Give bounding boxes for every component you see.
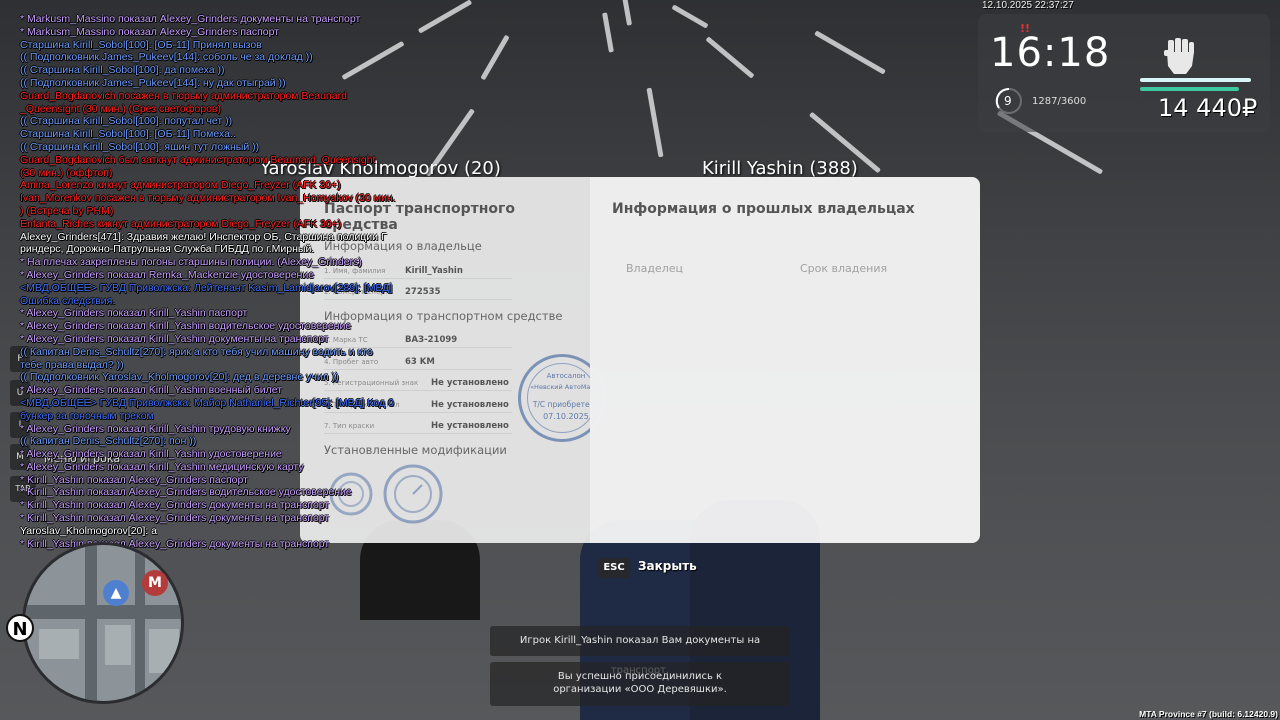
- north-indicator: N: [6, 614, 34, 642]
- chat-line: * На плечах закреплены погоны старшины п…: [20, 256, 362, 269]
- chat-line: * Alexey_Grinders показал Kirill_Yashin …: [20, 422, 291, 435]
- minimap-building: [39, 629, 79, 659]
- road-marking: [814, 30, 886, 75]
- chat-line: (( Старшина Kirill_Sobol[100]: попутал ч…: [20, 115, 233, 128]
- police-station-icon: ▲: [103, 580, 129, 606]
- chat-line: <МВД.ОБЩЕЕ> ГУВД Приволжска: Майор Natha…: [20, 396, 394, 409]
- metro-icon: M: [142, 570, 168, 596]
- health-bar: [1140, 78, 1251, 82]
- chat-line: * Kirill_Yashin показал Alexey_Grinders …: [20, 473, 248, 486]
- minimap-building: [105, 625, 131, 665]
- build-version: MTA Province #7 (build: 6.12420.9): [1139, 709, 1278, 719]
- chat-line: (( Капитан Denis_Schultz[270]: пон )): [20, 435, 197, 448]
- chat-line: Alexey_Grinders[471]: Здравия желаю! Инс…: [20, 230, 387, 243]
- chat-line: * Markusm_Massino показал Alexey_Grinder…: [20, 13, 361, 25]
- stamp-ring: Автосалон «Невский АвтоМакс» Т/С приобре…: [527, 363, 602, 433]
- chat-line: * Kirill_Yashin показал Alexey_Grinders …: [20, 499, 330, 512]
- chat-line: (( Старшина Kirill_Sobol[100]: яшин тут …: [20, 140, 260, 153]
- road-marking: [480, 34, 510, 81]
- chat-line: * Alexey_Grinders показал Kirill_Yashin …: [20, 460, 304, 473]
- road-marking: [671, 4, 709, 29]
- nametag-right: Kirill Yashin (388): [702, 158, 858, 179]
- chat-line: риндерс, Дорожно-Патрульная Служба ГИБДД…: [20, 243, 315, 256]
- close-button[interactable]: Закрыть: [638, 559, 697, 573]
- minimap-building: [149, 629, 179, 673]
- chat-line: (( Подполковник James_Pukeev[144]: ну да…: [20, 76, 286, 89]
- notification: Игрок Kirill_Yashin показал Вам документ…: [490, 626, 790, 676]
- hud-level: 9: [1004, 94, 1012, 108]
- chat-line: * Alexey_Grinders показал Remka_Mackenzi…: [20, 268, 315, 281]
- esc-key-hint[interactable]: ESC: [598, 558, 630, 578]
- chat-line: <МВД.ОБЩЕЕ> ГУВД Приволжска: Лейтенант K…: [20, 281, 393, 294]
- hud-exp: 1287/3600: [1032, 96, 1087, 107]
- previous-owners-page: Информация о прошлых владельцах Владелец…: [590, 177, 980, 543]
- chat-line: (( Подполковник James_Pukeev[144]: собол…: [20, 51, 313, 64]
- hud-datetime: 12.10.2025 22:37:27: [982, 0, 1074, 11]
- chat-line: Ошибка следствия.: [20, 294, 116, 307]
- chat-line: Amina_Lorenzo кикнут администратором Die…: [20, 179, 341, 192]
- chat-line: Старшина Kirill_Sobol[100]: [ОБ-11] Поме…: [20, 128, 236, 141]
- chat-line: _Queensight (30 мин.) (Срез светофоров): [20, 102, 221, 115]
- chat-line: Guard_Bogdanovich посажен в тюрьму админ…: [20, 89, 347, 102]
- chat-line: * Alexey_Grinders показал Kirill_Yashin …: [20, 384, 283, 397]
- chat-line: бункер за гоночным треком: [20, 409, 154, 422]
- road-marking: [621, 0, 633, 26]
- chat-line: (( Старшина Kirill_Sobol[100]: да помеха…: [20, 64, 225, 77]
- road-marking: [602, 12, 614, 53]
- fist-icon: [1164, 38, 1194, 74]
- chat-line: ) (Встреча by PHM): [20, 204, 114, 217]
- chat-line: * Alexey_Grinders показал Kirill_Yashin …: [20, 307, 248, 320]
- chat-line: * Kirill_Yashin показал Alexey_Grinders …: [20, 512, 330, 525]
- road-marking: [705, 36, 755, 79]
- column-owner: Владелец: [626, 262, 683, 275]
- road-marking: [646, 87, 664, 158]
- chat-line: * Alexey_Grinders показал Kirill_Yashin …: [20, 448, 282, 461]
- armor-bar: [1140, 87, 1239, 91]
- chat-log: * Markusm_Massino показал Alexey_Grinder…: [20, 13, 460, 550]
- chat-line: Enfanta_Riches кикнут администратором Di…: [20, 217, 342, 230]
- chat-line: тебе права выдал? )): [20, 358, 124, 371]
- column-period: Срок владения: [800, 262, 888, 275]
- chat-line: Yaroslav_Kholmogorov[20]: а: [20, 524, 157, 537]
- chat-line: * Markusm_Massino показал Alexey_Grinder…: [20, 25, 280, 38]
- chat-line: Guard_Bogdanovich был заткнут администра…: [20, 153, 376, 166]
- chat-line: * Alexey_Grinders показал Kirill_Yashin …: [20, 320, 352, 333]
- chat-line: * Alexey_Grinders показал Kirill_Yashin …: [20, 332, 329, 345]
- minimap-road: [85, 545, 97, 701]
- minimap-road: [25, 605, 181, 619]
- prev-owners-title: Информация о прошлых владельцах: [612, 201, 915, 217]
- chat-line: Старшина Kirill_Sobol[100]: [ОБ-11] Прин…: [20, 38, 262, 51]
- notification: Вы успешно присоединились к организации …: [490, 662, 790, 706]
- hud-money: 14 440₽: [1158, 94, 1258, 122]
- chat-line: (( Капитан Denis_Schultz[270]: ярик а кт…: [20, 345, 373, 358]
- minimap: [22, 542, 184, 704]
- chat-line: * Kirill_Yashin показал Alexey_Grinders …: [20, 486, 352, 499]
- chat-line: Ivan_Morenkov посажен в тюрьму администр…: [20, 192, 396, 205]
- hud-game-time: 16:18: [990, 30, 1111, 76]
- minimap-road: [135, 545, 145, 701]
- chat-line: (30 мин.) (оффтоп): [20, 166, 113, 179]
- chat-line: (( Подполковник Yaroslav_Kholmogorov[20]…: [20, 371, 339, 384]
